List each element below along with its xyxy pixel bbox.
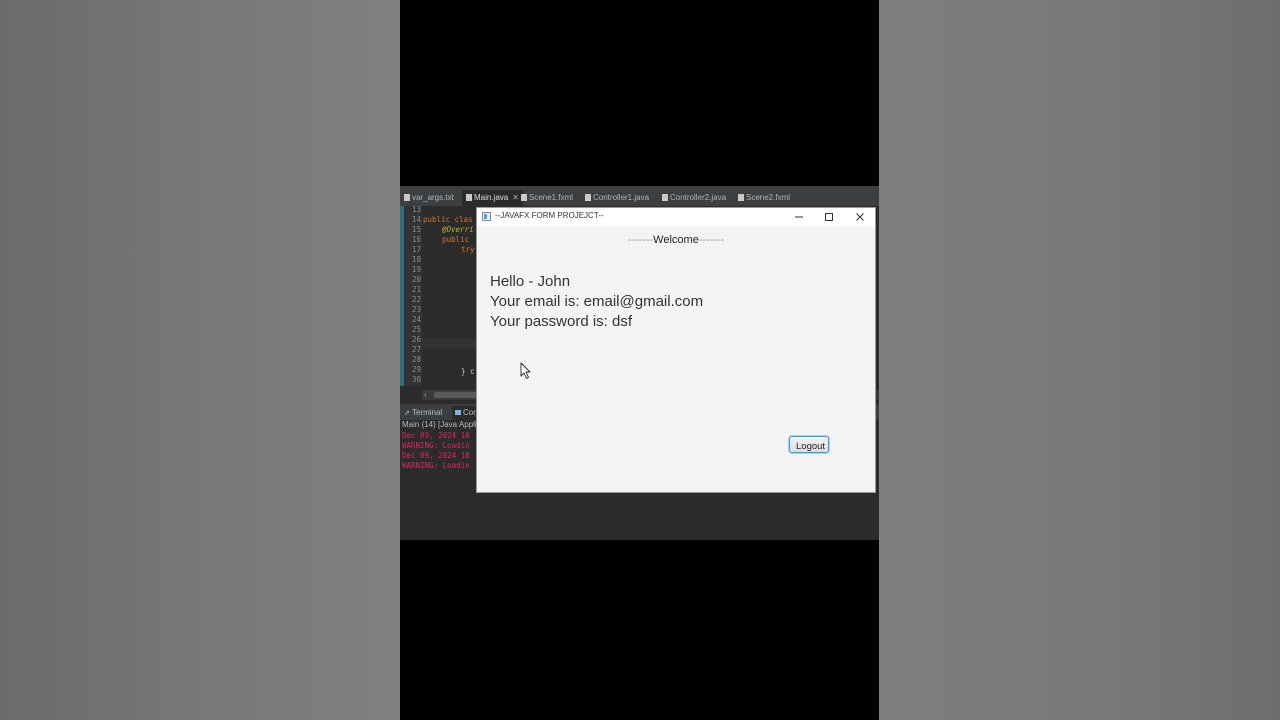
maximize-button[interactable] xyxy=(814,208,844,226)
line-number: 28 xyxy=(411,355,421,364)
line-number: 15 xyxy=(411,225,421,234)
line-number: 26 xyxy=(411,335,421,344)
close-tab-icon[interactable]: ✕ xyxy=(512,193,519,202)
line-number: 18 xyxy=(411,255,421,264)
line-number: 24 xyxy=(411,315,421,324)
right-backdrop xyxy=(879,0,1280,720)
line-number: 25 xyxy=(411,325,421,334)
tab-scene2-fxml[interactable]: Scene2.fxml xyxy=(738,190,790,206)
current-line-highlight xyxy=(422,338,482,348)
line-number: 14 xyxy=(411,215,421,224)
fxml-file-icon xyxy=(521,194,527,201)
close-button[interactable] xyxy=(845,208,875,226)
tab-console[interactable]: Cor xyxy=(452,406,479,420)
console-line: Dec 09, 2024 10 xyxy=(402,451,470,460)
tab-label: Main.java xyxy=(474,193,509,202)
tab-label: var_args.txt xyxy=(412,193,454,202)
tab-var-args[interactable]: var_args.txt xyxy=(404,190,454,206)
line-number: 21 xyxy=(411,285,421,294)
window-title: --JAVAFX FORM PROJEJCT-- xyxy=(495,211,604,220)
line-number: 13 xyxy=(411,205,421,214)
java-app-icon xyxy=(482,212,491,221)
welcome-label: Welcome xyxy=(653,234,699,246)
minimize-button[interactable] xyxy=(784,208,814,226)
left-backdrop xyxy=(0,0,400,720)
line-number: 20 xyxy=(411,275,421,284)
java-file-icon xyxy=(466,194,472,201)
window-titlebar[interactable]: --JAVAFX FORM PROJEJCT-- xyxy=(477,208,875,226)
tab-label: Scene1.fxml xyxy=(529,193,574,202)
line-number: 17 xyxy=(411,245,421,254)
scroll-left-icon[interactable]: ‹ xyxy=(424,390,427,400)
line-number: 22 xyxy=(411,295,421,304)
welcome-heading: -------Welcome------- xyxy=(477,234,875,246)
code-line[interactable]: public clas xyxy=(423,215,483,224)
console-line: WARNING: Loadin xyxy=(402,461,470,470)
java-file-icon xyxy=(585,194,591,201)
minimize-icon xyxy=(795,216,803,218)
email-label: Your email is: email@gmail.com xyxy=(490,293,704,310)
console-icon xyxy=(455,410,461,415)
tab-terminal[interactable]: ⇗ Terminal xyxy=(404,406,442,420)
java-file-icon xyxy=(662,194,668,201)
welcome-right-dashes: ------- xyxy=(698,234,725,246)
line-number: 30 xyxy=(411,375,421,384)
tab-controller2-java[interactable]: Controller2.java xyxy=(662,190,726,206)
tab-label: Terminal xyxy=(411,408,443,417)
tab-main-java[interactable]: Main.java ✕ xyxy=(462,190,523,206)
editor-tab-bar: var_args.txt Main.java ✕ Scene1.fxml Cont… xyxy=(400,186,879,206)
maximize-icon xyxy=(825,213,833,222)
tab-label: Controller2.java xyxy=(670,193,727,202)
line-number: 16 xyxy=(411,235,421,244)
tab-controller1-java[interactable]: Controller1.java xyxy=(585,190,649,206)
terminal-icon: ⇗ xyxy=(404,410,410,417)
mouse-cursor-icon xyxy=(520,362,531,379)
tab-scene1-fxml[interactable]: Scene1.fxml xyxy=(521,190,573,206)
fxml-file-icon xyxy=(738,194,744,201)
console-line: Dec 09, 2024 10 xyxy=(402,431,470,440)
line-number: 23 xyxy=(411,305,421,314)
line-number: 19 xyxy=(411,265,421,274)
password-label: Your password is: dsf xyxy=(490,313,633,330)
change-marker-bar xyxy=(400,206,404,386)
tab-label: Cor xyxy=(463,408,476,417)
tab-label: Scene2.fxml xyxy=(746,193,791,202)
greeting-label: Hello - John xyxy=(490,273,571,290)
javafx-form-window: --JAVAFX FORM PROJEJCT-- -------Welcome-… xyxy=(476,207,876,493)
logout-button[interactable]: Logout xyxy=(789,436,829,453)
console-line: WARNING: Loadin xyxy=(402,441,470,450)
console-process-title: Main (14) [Java Appli xyxy=(402,420,477,429)
line-number: 27 xyxy=(411,345,421,354)
line-number: 29 xyxy=(411,365,421,374)
file-icon xyxy=(404,194,410,201)
close-icon xyxy=(856,213,864,221)
tab-label: Controller1.java xyxy=(593,193,650,202)
welcome-left-dashes: ------- xyxy=(627,234,654,246)
